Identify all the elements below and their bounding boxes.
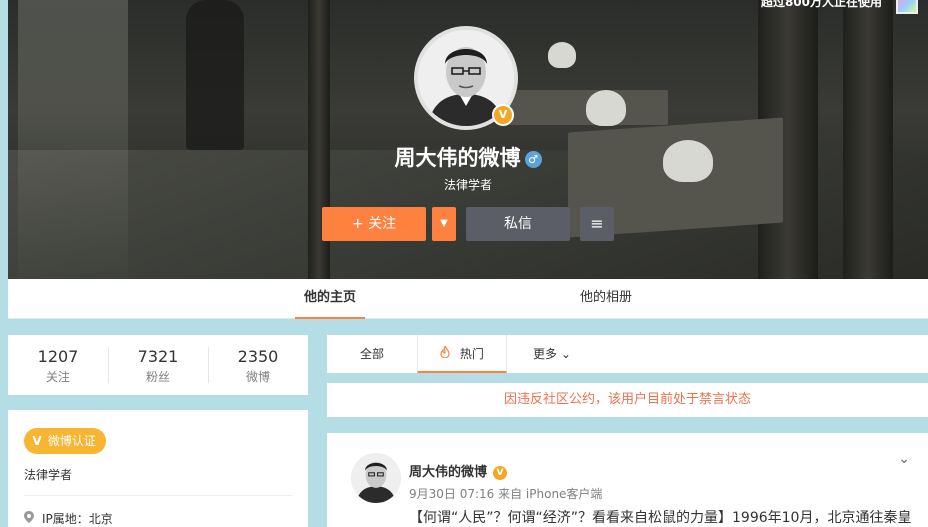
stat-posts[interactable]: 2350 微博 [208, 335, 308, 395]
stat-following[interactable]: 1207 关注 [8, 335, 108, 395]
cover-pillar [843, 0, 893, 279]
follow-dropdown-button[interactable]: ▼ [432, 207, 456, 241]
post-author-name: 周大伟的微博 [409, 465, 488, 480]
stat-followers[interactable]: 7321 粉丝 [108, 335, 208, 395]
profile-avatar[interactable]: V [414, 26, 518, 130]
divider [24, 495, 292, 496]
cover-figure [186, 0, 244, 150]
profile-info-card: V 微博认证 法律学者 IP属地：北京 [8, 410, 308, 527]
profile-description: 法律学者 [443, 178, 492, 192]
more-menu-icon[interactable]: ≡ [580, 207, 614, 241]
post-avatar[interactable] [351, 453, 401, 503]
location-pin-icon [24, 511, 34, 523]
message-button[interactable]: 私信 [466, 207, 570, 241]
ip-location: IP属地：北京 [24, 510, 113, 527]
app-icon[interactable] [896, 0, 918, 14]
feed-tab-more-label: 更多 [533, 347, 558, 361]
feed-post: 周大伟的微博 V 9月30日 07:16 来自 iPhone客户端 【何谓“人民”… [327, 433, 928, 527]
profile-name: 周大伟的微博 ♂ [0, 142, 928, 172]
stat-label: 粉丝 [145, 370, 170, 384]
stat-value: 1207 [37, 347, 79, 366]
profile-name-text: 周大伟的微博 [394, 146, 521, 170]
feed-tab-hot-label: 热门 [459, 347, 484, 361]
muted-notice: 因违反社区公约，该用户目前处于禁言状态 [327, 383, 928, 417]
profile-stats: 1207 关注 7321 粉丝 2350 微博 [8, 335, 308, 395]
post-meta: 9月30日 07:16 来自 iPhone客户端 [409, 487, 603, 501]
cover-teapot [586, 90, 626, 126]
cover-top-note: 超过800万人正在使用 [760, 0, 882, 9]
cover-teapot [548, 42, 576, 68]
verified-badge-icon: V [492, 104, 514, 126]
feed-tabs: 全部 热门 更多 ⌄ [327, 335, 928, 373]
avatar-portrait-icon [351, 453, 401, 503]
stat-value: 7321 [137, 347, 179, 366]
feed-tab-all[interactable]: 全部 [327, 335, 417, 373]
post-menu-chevron-icon[interactable]: ⌄ [898, 451, 910, 467]
follow-button[interactable]: + 关注 [322, 207, 426, 241]
info-description: 法律学者 [24, 468, 73, 482]
feed-tab-more[interactable]: 更多 ⌄ [517, 335, 587, 373]
verified-badge-icon: V [493, 465, 508, 480]
profile-tabs: 他的主页 他的相册 [8, 279, 928, 319]
fire-icon [440, 344, 454, 361]
tab-home[interactable]: 他的主页 [295, 279, 365, 319]
verified-v-icon: V [32, 434, 42, 448]
ip-location-text: IP属地：北京 [42, 512, 113, 526]
post-author[interactable]: 周大伟的微博 V [409, 461, 508, 480]
weibo-verified-badge[interactable]: V 微博认证 [24, 428, 106, 454]
cover-light [18, 0, 128, 279]
male-icon: ♂ [524, 150, 542, 168]
stat-value: 2350 [237, 347, 279, 366]
stat-label: 关注 [45, 370, 70, 384]
tab-album[interactable]: 他的相册 [571, 279, 641, 319]
chevron-down-icon: ⌄ [560, 347, 571, 361]
feed-tab-hot[interactable]: 热门 [417, 335, 507, 373]
post-text[interactable]: 【何谓“人民”？何谓“经济”？看看来自松鼠的力量】1996年10月，北京通往秦皇 [409, 507, 924, 527]
stat-label: 微博 [245, 370, 270, 384]
verified-badge-label: 微博认证 [47, 434, 96, 448]
